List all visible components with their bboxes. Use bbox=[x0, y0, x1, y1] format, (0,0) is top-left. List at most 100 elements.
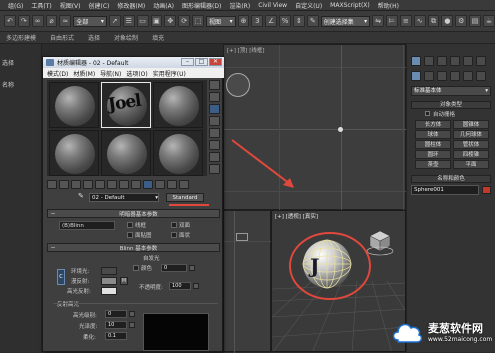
sample-slot-6[interactable] bbox=[153, 130, 203, 176]
make-unique-icon[interactable] bbox=[107, 179, 117, 189]
menu-maxscript[interactable]: MAXScript(X) bbox=[326, 2, 374, 9]
display-tab-icon[interactable] bbox=[463, 56, 473, 66]
pyramid-button[interactable]: 四棱锥 bbox=[453, 150, 489, 159]
move-icon[interactable]: ✥ bbox=[164, 15, 177, 27]
self-illum-color-checkbox[interactable] bbox=[133, 265, 139, 271]
menu-animation[interactable]: 动画(A) bbox=[149, 1, 178, 10]
sample-slot-5[interactable] bbox=[101, 130, 151, 176]
cone-button[interactable]: 圆锥体 bbox=[453, 120, 489, 129]
menu-tools[interactable]: 工具(T) bbox=[27, 1, 55, 10]
helpers-icon[interactable] bbox=[463, 71, 473, 81]
ambient-color-swatch[interactable] bbox=[101, 267, 117, 275]
render-setup-icon[interactable]: ⚙ bbox=[455, 15, 468, 27]
bind-spacewarp-icon[interactable]: ≈ bbox=[59, 15, 72, 27]
render-icon[interactable]: ☕ bbox=[483, 15, 495, 27]
unlink-icon[interactable]: ⌀ bbox=[45, 15, 58, 27]
object-color-swatch[interactable] bbox=[482, 186, 491, 194]
menu-civil-view[interactable]: Civil View bbox=[254, 2, 291, 9]
spacewarps-icon[interactable] bbox=[476, 71, 486, 81]
geometry-icon[interactable] bbox=[411, 71, 421, 81]
tube-button[interactable]: 管状体 bbox=[453, 140, 489, 149]
menu-modifiers[interactable]: 修改器(M) bbox=[113, 1, 149, 10]
show-map-in-viewport-icon[interactable] bbox=[143, 179, 153, 189]
menu-options[interactable]: 选项(O) bbox=[126, 69, 147, 78]
menu-graph-editors[interactable]: 图形编辑器(D) bbox=[178, 1, 225, 10]
put-to-library-icon[interactable] bbox=[119, 179, 129, 189]
menu-modes[interactable]: 模式(D) bbox=[47, 69, 68, 78]
rollout-shader-basic[interactable]: − 明暗器基本参数 bbox=[47, 209, 220, 218]
cameras-icon[interactable] bbox=[450, 71, 460, 81]
scene-tab-select[interactable]: 选择 bbox=[2, 58, 14, 67]
reset-map-icon[interactable] bbox=[83, 179, 93, 189]
angle-snap-icon[interactable]: ∠ bbox=[265, 15, 278, 27]
menu-navigation[interactable]: 导航(N) bbox=[100, 69, 121, 78]
undo-icon[interactable]: ↶ bbox=[4, 15, 16, 27]
put-to-scene-icon[interactable] bbox=[59, 179, 69, 189]
rect-selection-icon[interactable]: ▭ bbox=[136, 15, 149, 27]
create-tab-icon[interactable] bbox=[411, 56, 421, 66]
percent-snap-icon[interactable]: % bbox=[279, 15, 292, 27]
diffuse-color-swatch[interactable] bbox=[101, 277, 117, 285]
background-icon[interactable] bbox=[209, 104, 220, 114]
box-button[interactable]: 长方体 bbox=[415, 120, 451, 129]
mirror-icon[interactable]: ⇋ bbox=[372, 15, 385, 27]
menu-material[interactable]: 材质(M) bbox=[73, 69, 95, 78]
scale-icon[interactable]: ⬚ bbox=[192, 15, 204, 27]
two-sided-checkbox[interactable] bbox=[171, 222, 177, 228]
material-id-icon[interactable] bbox=[131, 179, 141, 189]
specular-level-map-button[interactable] bbox=[129, 311, 135, 317]
hierarchy-tab-icon[interactable] bbox=[437, 56, 447, 66]
section-name-and-color[interactable]: 名称和颜色 bbox=[411, 175, 491, 183]
opacity-spinner[interactable]: 100 bbox=[169, 282, 191, 290]
select-object-icon[interactable]: ➚ bbox=[108, 15, 121, 27]
lock-ambient-diffuse-button[interactable]: C bbox=[57, 269, 65, 285]
sample-slot-3[interactable] bbox=[153, 82, 203, 128]
minimize-button[interactable]: – bbox=[181, 58, 194, 66]
opacity-map-button[interactable] bbox=[193, 283, 199, 289]
material-editor-titlebar[interactable]: 材质编辑器 - 02 - Default – □ ✕ bbox=[43, 57, 224, 68]
self-illum-spinner[interactable]: 0 bbox=[161, 264, 187, 272]
primitive-type-dropdown[interactable]: 标准基本体 ▾ bbox=[411, 86, 491, 96]
get-material-icon[interactable] bbox=[47, 179, 57, 189]
menu-create[interactable]: 创建(C) bbox=[85, 1, 114, 10]
snap-icon[interactable]: 3 bbox=[251, 15, 264, 27]
face-map-checkbox[interactable] bbox=[127, 232, 133, 238]
cylinder-button[interactable]: 圆柱体 bbox=[415, 140, 451, 149]
shader-type-dropdown[interactable]: (B)Blinn bbox=[59, 221, 115, 230]
select-by-material-icon[interactable] bbox=[209, 164, 220, 174]
object-name-field[interactable]: Sphere001 bbox=[411, 185, 479, 195]
glossiness-map-button[interactable] bbox=[129, 322, 135, 328]
go-forward-sibling-icon[interactable] bbox=[179, 179, 189, 189]
menu-utilities[interactable]: 实用程序(U) bbox=[153, 69, 186, 78]
viewcube-icon[interactable] bbox=[226, 73, 250, 97]
viewport-top-label[interactable]: [+] [顶] [线框] bbox=[227, 46, 264, 54]
ribbon-tab-polygon-modeling[interactable]: 多边形建模 bbox=[6, 33, 36, 42]
rotate-icon[interactable]: ⟳ bbox=[178, 15, 191, 27]
schematic-icon[interactable]: ⧉ bbox=[427, 15, 440, 27]
viewport-left[interactable] bbox=[223, 210, 272, 353]
menu-help[interactable]: 帮助(H) bbox=[374, 1, 403, 10]
motion-tab-icon[interactable] bbox=[450, 56, 460, 66]
window-crossing-icon[interactable]: ▣ bbox=[150, 15, 163, 27]
material-options-icon[interactable] bbox=[209, 152, 220, 162]
make-preview-icon[interactable] bbox=[209, 140, 220, 150]
uv-tiling-icon[interactable] bbox=[209, 116, 220, 126]
plane-button[interactable]: 平面 bbox=[453, 160, 489, 169]
utilities-tab-icon[interactable] bbox=[476, 56, 486, 66]
render-frame-icon[interactable]: ▤ bbox=[469, 15, 482, 27]
torus-button[interactable]: 圆环 bbox=[415, 150, 451, 159]
align-icon[interactable]: ⊨ bbox=[386, 15, 398, 27]
video-color-check-icon[interactable] bbox=[209, 128, 220, 138]
sample-slot-4[interactable] bbox=[49, 130, 99, 176]
named-selection-dropdown[interactable]: 创建选择集 ▾ bbox=[320, 15, 371, 27]
section-object-type[interactable]: 对象类型 bbox=[411, 101, 491, 109]
link-icon[interactable]: ∞ bbox=[31, 15, 44, 27]
self-illum-map-button[interactable] bbox=[189, 265, 195, 271]
menu-rendering[interactable]: 渲染(R) bbox=[225, 1, 254, 10]
menu-group[interactable]: 组(G) bbox=[4, 1, 27, 10]
teapot-button[interactable]: 茶壶 bbox=[415, 160, 451, 169]
specular-level-spinner[interactable]: 0 bbox=[105, 310, 127, 318]
modify-tab-icon[interactable] bbox=[424, 56, 434, 66]
maximize-button[interactable]: □ bbox=[195, 58, 208, 66]
sample-type-icon[interactable] bbox=[209, 80, 220, 90]
